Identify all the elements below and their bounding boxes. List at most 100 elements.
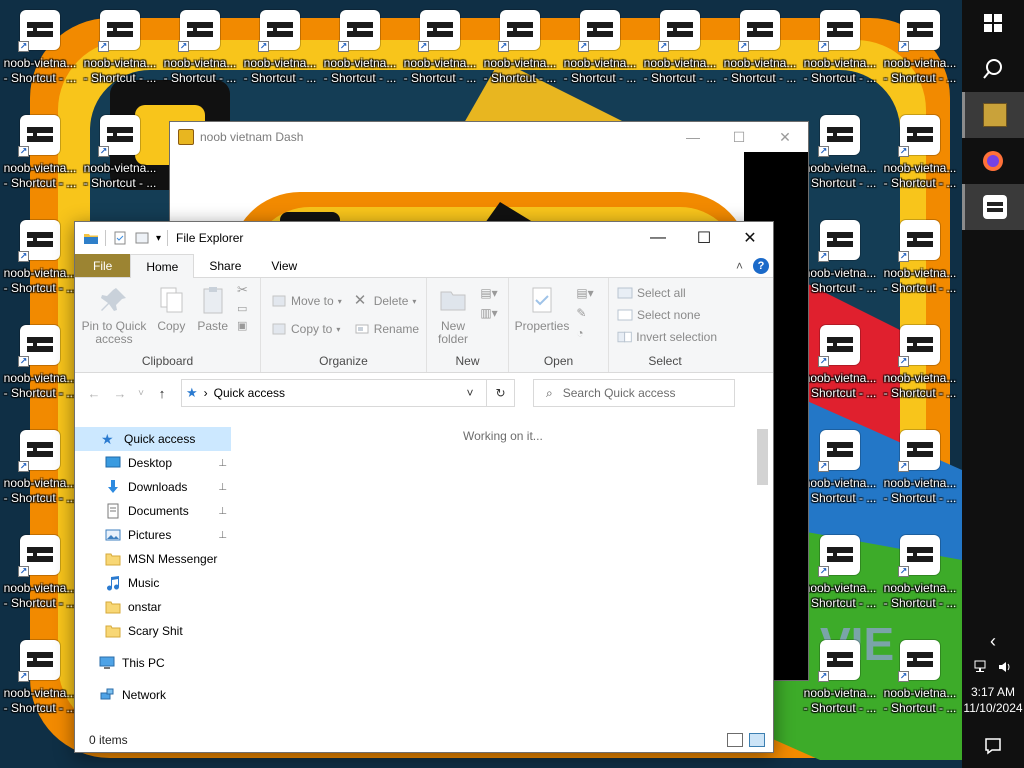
move-to-button[interactable]: Move to ▾ [271,290,342,312]
breadcrumb-quick-access[interactable]: Quick access [214,386,285,400]
new-folder-button[interactable]: New folder [431,282,475,348]
file-list-pane[interactable]: Working on it... [233,419,773,728]
details-view-button[interactable] [727,733,743,747]
clock[interactable]: 3:17 AM 11/10/2024 [963,684,1022,716]
navigation-pane[interactable]: ★ Quick access Desktop ⊥ Downloads ⊥ Documen… [75,419,233,728]
show-hidden-icons-button[interactable]: ‹ [990,631,996,652]
desktop-shortcut[interactable]: ↗ noob-vietna... - Shortcut - ... [880,315,960,415]
address-dropdown-button[interactable]: ˅ [460,386,480,400]
cut-icon[interactable]: ✂ [237,282,248,298]
tab-home[interactable]: Home [130,254,195,278]
explorer-close-button[interactable]: ✕ [727,222,773,254]
desktop-shortcut[interactable]: ↗ noob-vietna... - Shortcut - ... [880,105,960,205]
pin-icon[interactable]: ⊥ [218,482,227,493]
select-none-button[interactable]: Select none [617,304,717,326]
forward-button[interactable]: → [109,382,131,404]
new-item-icon[interactable]: ▤▾ [480,286,497,300]
history-icon[interactable]: ◔ [576,326,593,340]
desktop-shortcut[interactable]: ↗ noob-vietna... - Shortcut - ... [640,0,720,100]
large-icons-view-button[interactable] [749,733,765,747]
desktop-shortcut[interactable]: ↗ noob-vietna... - Shortcut - ... [880,630,960,730]
nav-item-pictures[interactable]: Pictures ⊥ [75,523,233,547]
nav-item-documents[interactable]: Documents ⊥ [75,499,233,523]
address-bar[interactable]: ★ › Quick access ˅ ↻ [181,379,515,407]
network-status-icon[interactable] [973,660,989,674]
refresh-button[interactable]: ↻ [486,380,514,406]
desktop-shortcut[interactable]: ↗ noob-vietna... - Shortcut - ... [880,0,960,100]
nav-item-downloads[interactable]: Downloads ⊥ [75,475,233,499]
desktop-shortcut[interactable]: ↗ noob-vietna... - Shortcut - ... [800,210,880,310]
desktop-shortcut[interactable]: ↗ noob-vietna... - Shortcut - ... [880,420,960,520]
properties-button[interactable]: Properties [513,282,571,335]
nav-item-quick-access[interactable]: ★ Quick access [75,427,231,451]
desktop-shortcut[interactable]: ↗ noob-vietna... - Shortcut - ... [800,525,880,625]
desktop-shortcut[interactable]: ↗ noob-vietna... - Shortcut - ... [800,420,880,520]
desktop-shortcut[interactable]: ↗ noob-vietna... - Shortcut - ... [400,0,480,100]
nav-item-scary-shit[interactable]: Scary Shit [75,619,233,643]
nav-item-music[interactable]: Music [75,571,233,595]
taskbar-firefox[interactable] [962,138,1024,184]
tab-share[interactable]: Share [194,254,256,277]
desktop-shortcut[interactable]: ↗ noob-vietna... - Shortcut - ... [560,0,640,100]
easy-access-icon[interactable]: ▥▾ [480,306,497,320]
desktop-shortcut[interactable]: ↗ noob-vietna... - Shortcut - ... [800,315,880,415]
edit-icon[interactable]: ✎ [576,306,593,320]
explorer-titlebar[interactable]: ▾ File Explorer — ☐ ✕ [75,222,773,254]
vertical-scrollbar[interactable] [755,419,769,728]
pin-icon[interactable]: ⊥ [218,530,227,541]
explorer-minimize-button[interactable]: — [635,222,681,254]
paste-button[interactable]: Paste [194,282,232,335]
scrollbar-thumb[interactable] [757,429,768,485]
desktop-shortcut[interactable]: ↗ noob-vietna... - Shortcut - ... [480,0,560,100]
copy-path-icon[interactable]: ▭ [237,302,248,315]
desktop-shortcut[interactable]: ↗ noob-vietna... - Shortcut - ... [0,315,80,415]
game-maximize-button[interactable]: ☐ [716,122,762,152]
open-icon[interactable]: ▤▾ [576,286,593,300]
desktop-shortcut[interactable]: ↗ noob-vietna... - Shortcut - ... [0,420,80,520]
explorer-maximize-button[interactable]: ☐ [681,222,727,254]
recent-locations-button[interactable]: ˅ [135,382,147,404]
tab-file[interactable]: File [75,254,131,277]
desktop-shortcut[interactable]: ↗ noob-vietna... - Shortcut - ... [240,0,320,100]
desktop-shortcut[interactable]: ↗ noob-vietna... - Shortcut - ... [80,105,160,205]
tab-view[interactable]: View [256,254,312,277]
game-window-titlebar[interactable]: noob vietnam Dash — ☐ ✕ [170,122,808,152]
desktop-shortcut[interactable]: ↗ noob-vietna... - Shortcut - ... [160,0,240,100]
qat-customize-icon[interactable]: ▾ [156,233,161,244]
start-button[interactable] [962,0,1024,46]
desktop-shortcut[interactable]: ↗ noob-vietna... - Shortcut - ... [0,105,80,205]
desktop-shortcut[interactable]: ↗ noob-vietna... - Shortcut - ... [0,525,80,625]
new-folder-icon[interactable] [134,230,150,246]
back-button[interactable]: ← [83,382,105,404]
pin-to-quick-access-button[interactable]: Pin to Quick access [79,282,149,348]
invert-selection-button[interactable]: Invert selection [617,326,717,348]
nav-item-msn-messenger[interactable]: MSN Messenger [75,547,233,571]
desktop-shortcut[interactable]: ↗ noob-vietna... - Shortcut - ... [800,0,880,100]
nav-item-desktop[interactable]: Desktop ⊥ [75,451,233,475]
pin-icon[interactable]: ⊥ [218,506,227,517]
ribbon-collapse-icon[interactable]: ˄ [736,259,743,273]
desktop-shortcut[interactable]: ↗ noob-vietna... - Shortcut - ... [0,210,80,310]
desktop-shortcut[interactable]: ↗ noob-vietna... - Shortcut - ... [0,0,80,100]
desktop-shortcut[interactable]: ↗ noob-vietna... - Shortcut - ... [720,0,800,100]
desktop-shortcut[interactable]: ↗ noob-vietna... - Shortcut - ... [320,0,400,100]
desktop-shortcut[interactable]: ↗ noob-vietna... - Shortcut - ... [880,525,960,625]
volume-icon[interactable] [997,660,1013,674]
search-button[interactable] [962,46,1024,92]
rename-button[interactable]: Rename [354,318,419,340]
nav-item-this-pc[interactable]: This PC [75,651,233,675]
nav-item-network[interactable]: Network [75,683,233,707]
up-button[interactable]: ↑ [151,382,173,404]
copy-button[interactable]: Copy [152,282,190,335]
taskbar-noob-vietnam-app[interactable] [962,184,1024,230]
search-input[interactable]: ⌕ Search Quick access [533,379,735,407]
game-minimize-button[interactable]: — [670,122,716,152]
paste-shortcut-icon[interactable]: ▣ [237,319,248,332]
nav-item-onstar[interactable]: onstar [75,595,233,619]
game-close-button[interactable]: ✕ [762,122,808,152]
delete-button[interactable]: ✕ Delete ▾ [354,290,419,312]
action-center-button[interactable] [962,724,1024,768]
desktop-shortcut[interactable]: ↗ noob-vietna... - Shortcut - ... [880,210,960,310]
desktop-shortcut[interactable]: ↗ noob-vietna... - Shortcut - ... [800,630,880,730]
help-icon[interactable]: ? [753,257,769,274]
